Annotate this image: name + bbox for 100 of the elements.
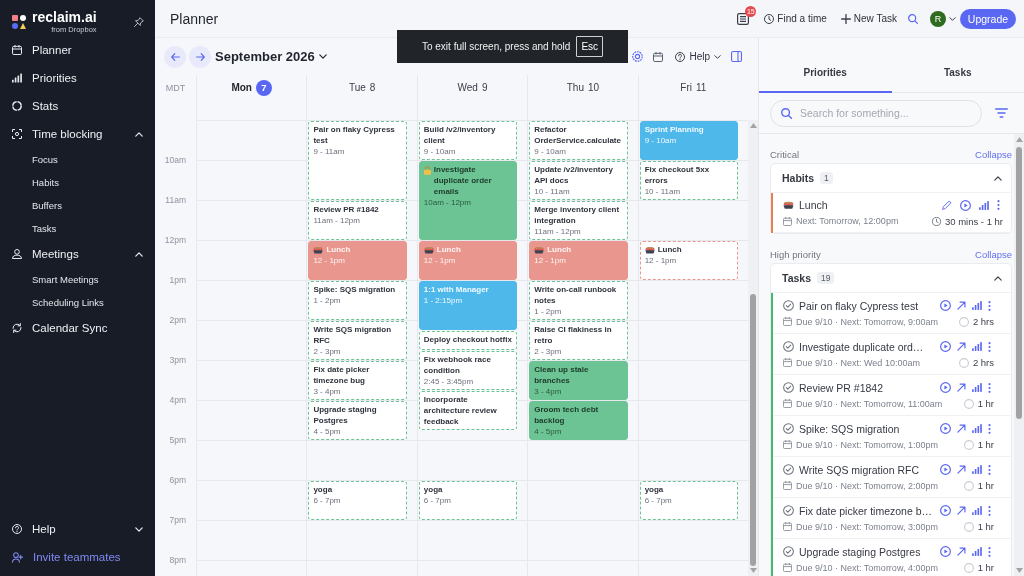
calendar-event[interactable]: Raise CI flakiness in retro 2 - 3pm <box>529 321 628 360</box>
sidebar-item[interactable]: Planner <box>0 36 155 64</box>
calendar-event[interactable]: Groom tech debt backlog 4 - 5pm <box>529 401 628 440</box>
arrow-up-right-icon[interactable] <box>957 342 966 351</box>
sidebar-item[interactable]: Time blocking <box>0 120 155 148</box>
arrow-up-right-icon[interactable] <box>957 465 966 474</box>
section-title[interactable]: Habits <box>782 172 815 184</box>
more-icon[interactable] <box>988 464 991 475</box>
calendar-event[interactable]: Update /v2/inventory API docs 10 - 11am <box>529 161 628 200</box>
calendar-event[interactable]: Merge inventory client integration 11am - 12pm <box>529 201 628 240</box>
signal-bars-icon[interactable] <box>972 506 982 515</box>
sidebar-subitem[interactable]: Focus <box>0 148 155 171</box>
calendar-event[interactable]: Refactor OrderService.calculate 9 - 10am <box>529 121 628 160</box>
more-icon[interactable] <box>988 505 991 516</box>
play-icon[interactable] <box>940 546 951 557</box>
list-icon[interactable] <box>737 12 750 25</box>
pin-icon[interactable] <box>134 17 144 27</box>
gear-icon[interactable] <box>632 51 644 62</box>
caret-up-icon[interactable] <box>994 275 1002 281</box>
search-field[interactable]: Search for something... <box>770 99 982 127</box>
calendar-event[interactable]: Spike: SQS migration 1 - 2pm <box>308 281 407 320</box>
scrollbar[interactable] <box>748 120 758 576</box>
calendar-event[interactable]: Pair on flaky Cypress test 9 - 11am <box>308 121 407 200</box>
panel-tab[interactable]: Priorities <box>759 38 892 93</box>
task-title[interactable]: Fix date picker timezone b… <box>799 504 940 517</box>
scrollbar-thumb[interactable] <box>750 294 757 566</box>
signal-bars-icon[interactable] <box>972 301 982 310</box>
sidebar-subitem[interactable]: Habits <box>0 171 155 194</box>
play-icon[interactable] <box>960 199 971 211</box>
calendar-event[interactable]: Write on-call runbook notes 1 - 2pm <box>529 281 628 320</box>
avatar[interactable]: R <box>930 10 946 27</box>
more-icon[interactable] <box>988 546 991 557</box>
calendar-event[interactable]: Incorporate architecture review feedback <box>418 391 518 430</box>
signal-bars-icon[interactable] <box>972 383 982 392</box>
sidebar-item[interactable]: Calendar Sync <box>0 314 155 342</box>
signal-bars-icon[interactable] <box>972 424 982 433</box>
panel-tab[interactable]: Tasks <box>891 38 1024 93</box>
check-circle-icon[interactable] <box>783 341 794 352</box>
sidebar-item[interactable]: Priorities <box>0 64 155 92</box>
upgrade-button[interactable]: Upgrade <box>960 8 1016 29</box>
more-icon[interactable] <box>988 300 991 311</box>
sidebar-subitem[interactable]: Scheduling Links <box>0 291 155 314</box>
more-icon[interactable] <box>988 423 991 434</box>
more-icon[interactable] <box>988 341 991 352</box>
section-title[interactable]: Tasks <box>782 272 811 284</box>
calendar-event[interactable]: Fix webhook race condition 2:45 - 3:45pm <box>418 351 518 390</box>
task-title[interactable]: Pair on flaky Cypress test <box>799 299 940 312</box>
arrow-up-right-icon[interactable] <box>957 506 966 515</box>
check-circle-icon[interactable] <box>783 464 794 475</box>
calendar-event[interactable]: Write SQS migration RFC 2 - 3pm <box>308 321 407 360</box>
next-button[interactable] <box>189 45 211 68</box>
arrow-up-right-icon[interactable] <box>957 383 966 392</box>
filter-icon[interactable] <box>995 108 1008 118</box>
calendar-event[interactable]: Deploy checkout hotfix <box>418 331 518 350</box>
search-icon[interactable] <box>908 13 918 24</box>
calendar-event[interactable]: Fix checkout 5xx errors 10 - 11am <box>639 161 739 200</box>
calendar-event[interactable]: Build /v2/inventory client 9 - 10am <box>418 121 518 160</box>
more-icon[interactable] <box>997 200 1000 210</box>
check-circle-icon[interactable] <box>783 300 794 311</box>
calendar-event[interactable]: Clean up stale branches 3 - 4pm <box>529 361 628 400</box>
arrow-up-right-icon[interactable] <box>957 301 966 310</box>
signal-bars-icon[interactable] <box>972 342 982 351</box>
signal-bars-icon[interactable] <box>972 547 982 556</box>
task-title[interactable]: Review PR #1842 <box>799 381 940 394</box>
sidebar-item[interactable]: Stats <box>0 92 155 120</box>
scrollbar-thumb[interactable] <box>1016 147 1022 419</box>
sidebar-item[interactable]: Meetings <box>0 240 155 268</box>
help-button[interactable]: Help <box>675 51 721 62</box>
collapse-link[interactable]: Collapse <box>975 248 1012 260</box>
calendar-event[interactable]: yoga 6 - 7pm <box>639 481 739 520</box>
play-icon[interactable] <box>940 505 951 516</box>
play-icon[interactable] <box>940 341 951 352</box>
calendar-icon[interactable] <box>653 51 664 62</box>
calendar-event[interactable]: Lunch 12 - 1pm <box>639 241 739 280</box>
calendar-event[interactable]: Investigate duplicate order emails 10am - 12pm <box>418 161 518 240</box>
new-task-button[interactable]: New Task <box>840 13 897 24</box>
task-title[interactable]: Upgrade staging Postgres <box>799 545 940 558</box>
signal-bars-icon[interactable] <box>972 465 982 474</box>
pencil-icon[interactable] <box>942 200 952 210</box>
play-icon[interactable] <box>940 464 951 475</box>
sidebar-subitem[interactable]: Tasks <box>0 217 155 240</box>
calendar-event[interactable]: Fix date picker timezone bug 3 - 4pm <box>308 361 407 400</box>
play-icon[interactable] <box>940 423 951 434</box>
check-circle-icon[interactable] <box>783 382 794 393</box>
arrow-up-right-icon[interactable] <box>957 547 966 556</box>
calendar-event[interactable]: Upgrade staging Postgres 4 - 5pm <box>308 401 407 440</box>
task-title[interactable]: Spike: SQS migration <box>799 422 940 435</box>
task-title[interactable]: Write SQS migration RFC <box>799 463 940 476</box>
play-icon[interactable] <box>940 300 951 311</box>
play-icon[interactable] <box>940 382 951 393</box>
sidebar-subitem[interactable]: Buffers <box>0 194 155 217</box>
habit-title[interactable]: Lunch <box>799 199 942 211</box>
calendar-event[interactable]: yoga 6 - 7pm <box>418 481 518 520</box>
collapse-link[interactable]: Collapse <box>975 148 1012 160</box>
scrollbar[interactable] <box>1014 134 1024 576</box>
caret-down-icon[interactable] <box>949 16 956 21</box>
caret-up-icon[interactable] <box>994 175 1002 181</box>
calendar-event[interactable]: yoga 6 - 7pm <box>308 481 407 520</box>
check-circle-icon[interactable] <box>783 423 794 434</box>
find-time-button[interactable]: Find a time <box>764 13 827 24</box>
